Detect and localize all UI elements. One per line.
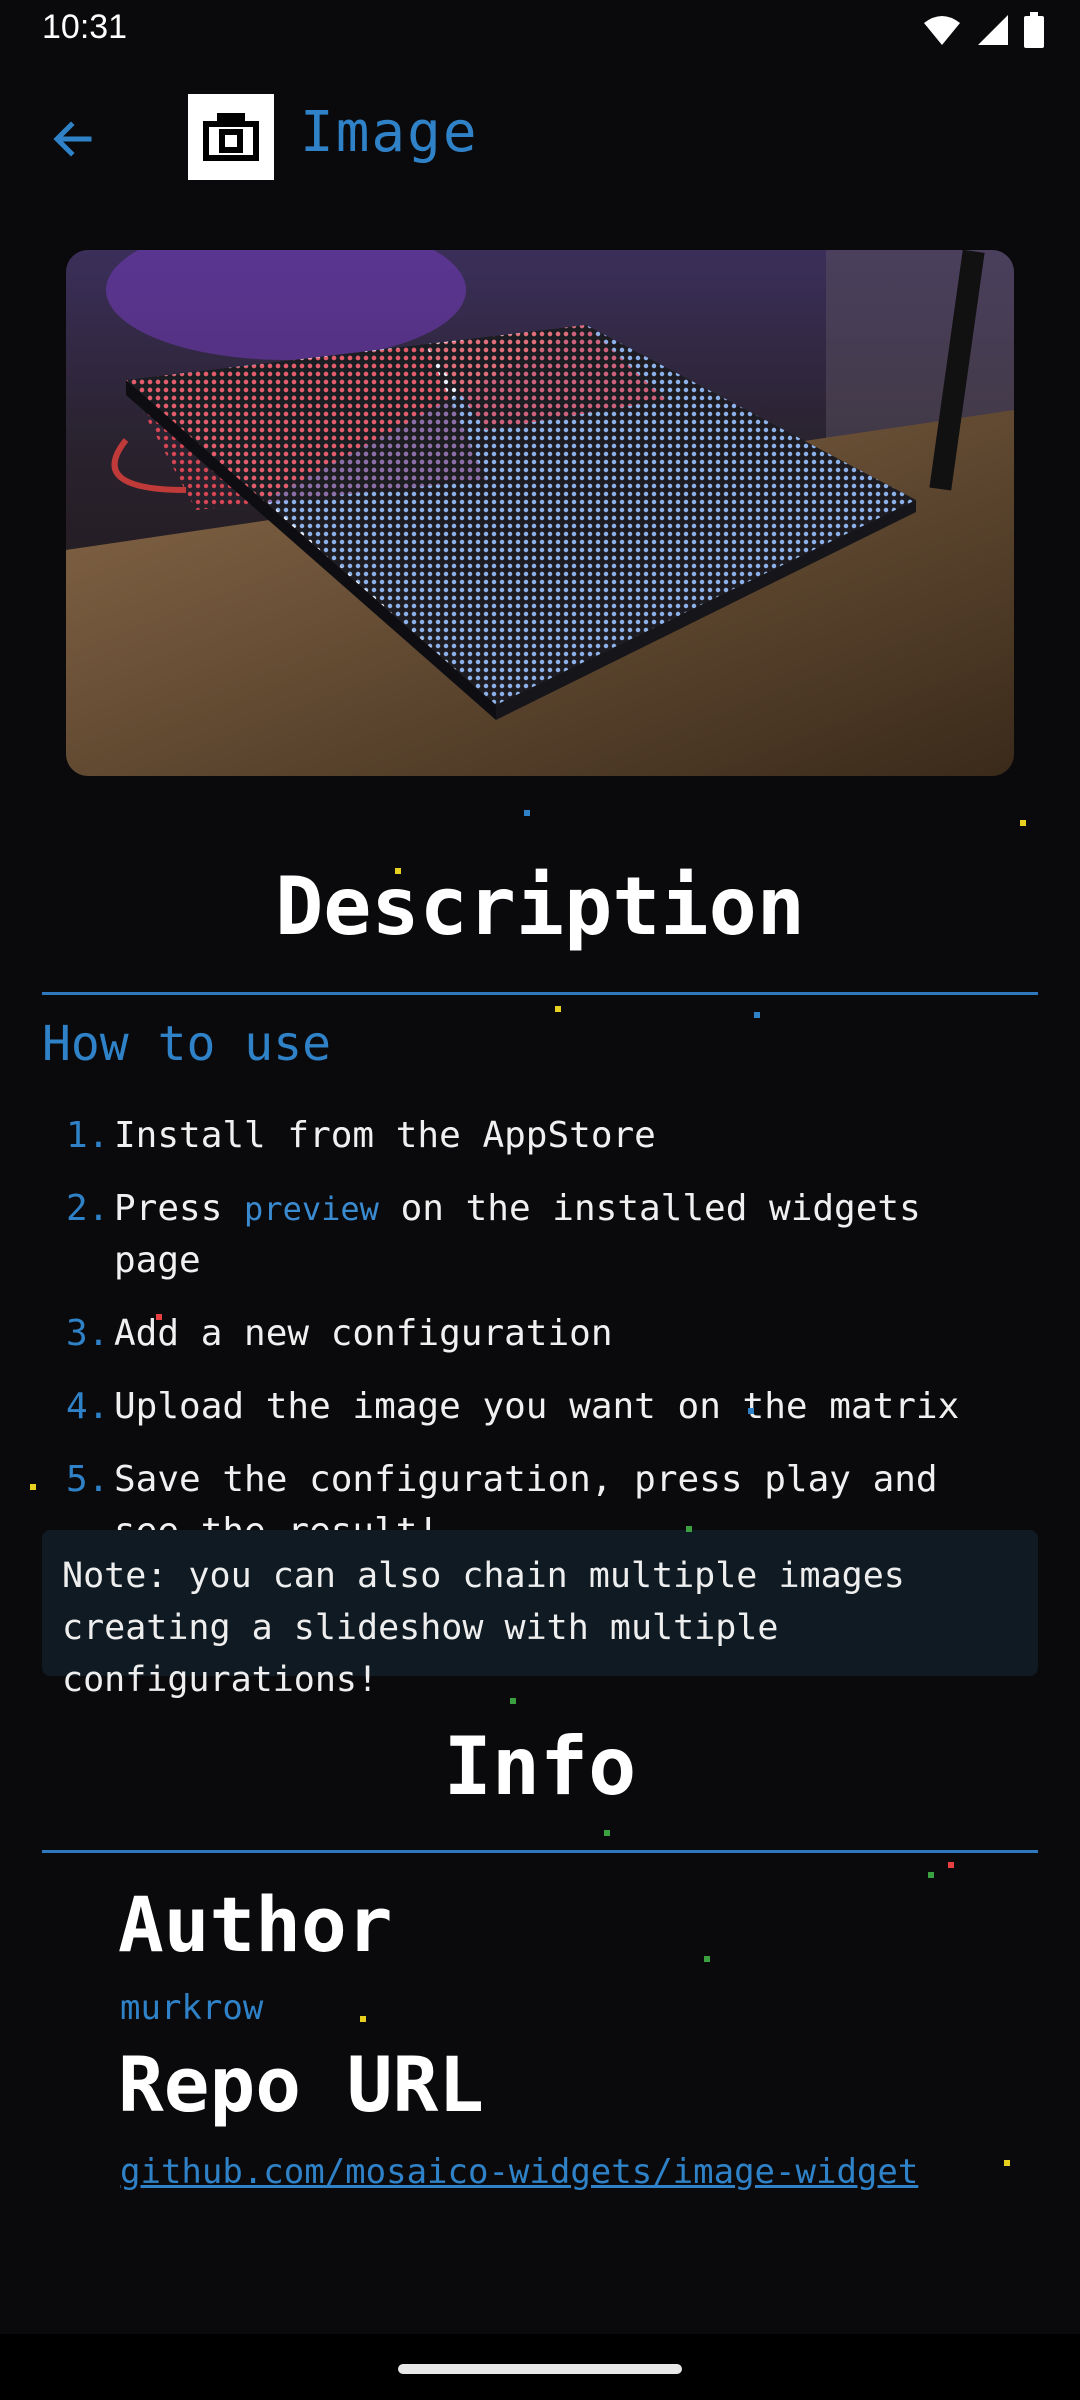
- back-button[interactable]: [40, 106, 106, 172]
- step-text: Install from the AppStore: [114, 1115, 656, 1156]
- author-label: Author: [118, 1880, 393, 1969]
- step-number: 2.: [66, 1188, 110, 1229]
- decorative-particle: [510, 1698, 516, 1704]
- note-box: Note: you can also chain multiple images…: [42, 1530, 1038, 1700]
- decorative-particle: [156, 1314, 162, 1320]
- camera-icon: [203, 113, 259, 161]
- decorative-particle: [686, 1526, 692, 1532]
- status-icons: [922, 12, 1044, 48]
- wifi-icon: [924, 16, 960, 45]
- page-title: Image: [300, 100, 479, 165]
- decorative-particle: [30, 1484, 36, 1490]
- info-title: Info: [443, 1720, 637, 1813]
- list-item: 4. Upload the image you want on the matr…: [66, 1381, 1016, 1433]
- decorative-particle: [1004, 2160, 1010, 2166]
- step-text: Add a new configuration: [114, 1313, 613, 1354]
- how-to-heading: How to use: [42, 1016, 331, 1072]
- decorative-particle: [395, 868, 401, 874]
- arrow-left-icon: [53, 121, 92, 157]
- description-title: Description: [275, 860, 805, 953]
- inline-code: preview: [244, 1190, 379, 1228]
- decorative-particle: [555, 1006, 561, 1012]
- home-gesture-handle[interactable]: [398, 2364, 682, 2374]
- steps-list: 1. Install from the AppStore 2. Press pr…: [66, 1110, 1016, 1579]
- author-value: murkrow: [120, 1988, 264, 2028]
- decorative-particle: [604, 1830, 610, 1836]
- list-item: 2. Press preview on the installed widget…: [66, 1183, 1016, 1287]
- step-text: Upload the image you want on the matrix: [114, 1386, 960, 1427]
- signal-icon: [978, 15, 1008, 45]
- divider: [42, 992, 1038, 995]
- step-number: 4.: [66, 1386, 110, 1427]
- decorative-particle: [748, 1408, 754, 1414]
- decorative-particle: [704, 1956, 710, 1962]
- step-text: Press preview on the installed widgets p…: [114, 1183, 1016, 1287]
- app-bar: Image: [0, 80, 1080, 190]
- hero-image: [66, 250, 1014, 776]
- decorative-particle: [754, 1012, 760, 1018]
- step-number: 3.: [66, 1313, 110, 1354]
- step-text-pre: Press: [114, 1188, 245, 1229]
- status-time: 10:31: [42, 8, 128, 46]
- step-number: 1.: [66, 1115, 110, 1156]
- repo-url-label: Repo URL: [118, 2040, 485, 2129]
- decorative-particle: [360, 2016, 366, 2022]
- decorative-particle: [928, 1872, 934, 1878]
- decorative-particle: [1020, 820, 1026, 826]
- repo-url-link[interactable]: github.com/mosaico-widgets/image-widget: [120, 2152, 918, 2192]
- list-item: 3. Add a new configuration: [66, 1308, 1016, 1360]
- decorative-particle: [948, 1862, 954, 1868]
- navigation-bar: [0, 2334, 1080, 2400]
- app-logo: [188, 94, 274, 180]
- list-item: 1. Install from the AppStore: [66, 1110, 1016, 1162]
- decorative-particle: [524, 810, 530, 816]
- battery-icon: [1024, 12, 1044, 48]
- divider: [42, 1850, 1038, 1853]
- status-bar: 10:31: [0, 0, 1080, 62]
